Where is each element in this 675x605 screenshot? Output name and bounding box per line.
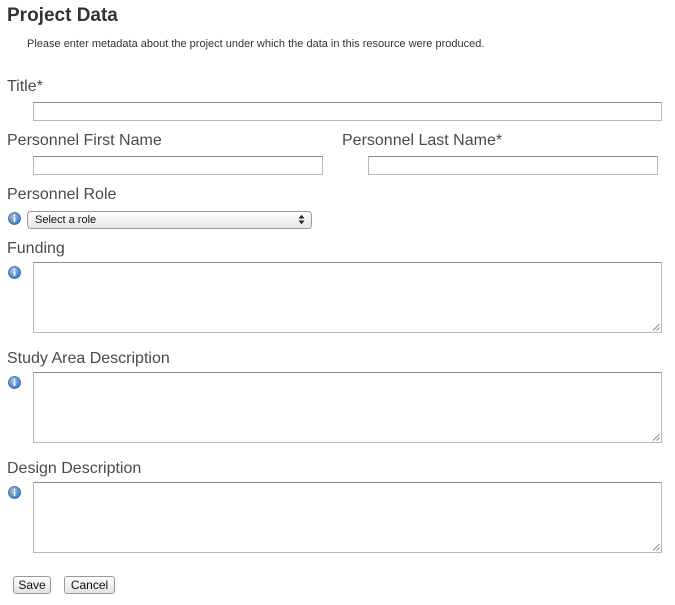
info-icon[interactable] (8, 266, 21, 279)
info-icon[interactable] (8, 376, 21, 389)
design-textarea[interactable] (33, 482, 662, 553)
intro-text: Please enter metadata about the project … (27, 38, 485, 50)
resize-grip-icon[interactable] (652, 433, 660, 441)
resize-grip-icon[interactable] (652, 543, 660, 551)
title-label: Title* (7, 78, 43, 95)
study-area-textarea[interactable] (33, 372, 662, 443)
cancel-button[interactable]: Cancel (64, 576, 115, 594)
title-input[interactable] (33, 102, 662, 121)
design-label: Design Description (7, 460, 142, 477)
resize-grip-icon[interactable] (652, 323, 660, 331)
role-select-value: Select a role (35, 214, 97, 226)
page-title: Project Data (7, 5, 118, 26)
info-icon[interactable] (8, 212, 21, 225)
funding-label: Funding (7, 240, 65, 257)
role-select[interactable]: Select a role (27, 211, 312, 229)
first-name-label: Personnel First Name (7, 132, 162, 149)
last-name-label: Personnel Last Name* (342, 132, 503, 149)
last-name-input[interactable] (368, 156, 658, 175)
info-icon[interactable] (8, 486, 21, 499)
save-button[interactable]: Save (13, 576, 51, 594)
first-name-input[interactable] (33, 156, 323, 175)
role-label: Personnel Role (7, 186, 117, 203)
study-area-label: Study Area Description (7, 350, 170, 367)
funding-textarea[interactable] (33, 262, 662, 333)
updown-arrows-icon (298, 214, 305, 225)
